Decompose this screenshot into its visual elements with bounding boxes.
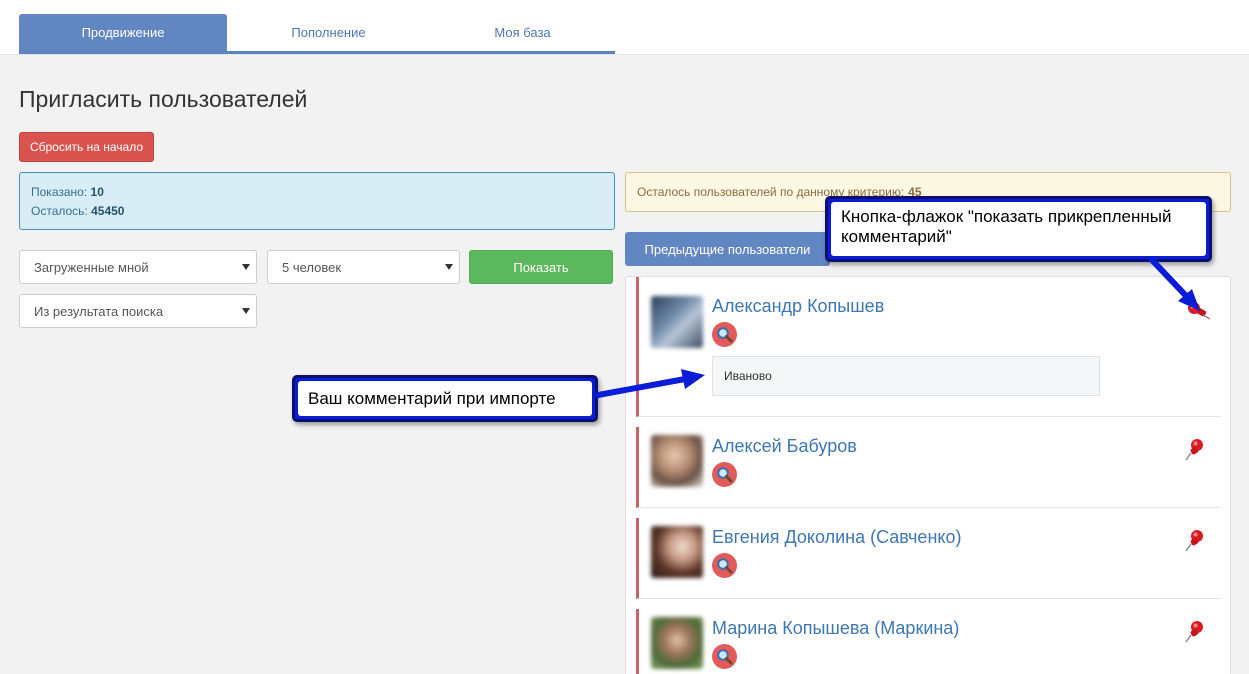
avatar[interactable] [651,617,703,669]
tab-replenish[interactable]: Пополнение [227,14,430,51]
avatar[interactable] [651,296,703,348]
pushpin-icon[interactable] [1186,299,1212,323]
user-row: Алексей Бабуров [636,427,1221,508]
comment-callout-text: Ваш комментарий при импорте [298,381,592,416]
pushpin-icon[interactable] [1184,620,1206,644]
search-icon[interactable] [712,553,737,578]
previous-users-button[interactable]: Предыдущие пользователи [625,232,830,266]
left-label: Осталось: [31,204,88,218]
pushpin-icon[interactable] [1184,529,1206,553]
scope-select-value: Из результата поиска [34,303,164,319]
tab-bar: Продвижение Пополнение Моя база [19,14,615,54]
show-button[interactable]: Показать [469,250,613,284]
tab-promotion[interactable]: Продвижение [19,14,227,51]
import-comment: Иваново [712,356,1100,396]
count-select-value: 5 человек [282,259,342,275]
comment-callout: Ваш комментарий при импорте [292,375,598,422]
source-select[interactable]: Загруженные мной [19,250,257,284]
reset-button[interactable]: Сбросить на начало [19,132,154,162]
avatar[interactable] [651,526,703,578]
shown-value: 10 [90,185,104,199]
shown-label: Показано: [31,185,88,199]
user-row: Александр Копышев Иваново [636,277,1221,417]
scope-select[interactable]: Из результата поиска [19,294,257,328]
info-panel: Показано: 10 Осталось: 45450 [19,172,615,230]
count-select[interactable]: 5 человек [267,250,460,284]
pin-callout: Кнопка-флажок "показать прикрепленный ко… [825,196,1212,262]
search-icon[interactable] [712,462,737,487]
pushpin-icon[interactable] [1184,438,1206,462]
page-title: Пригласить пользователей [19,86,308,112]
shown-line: Показано: 10 [31,183,603,202]
users-panel: Александр Копышев Иваново Алексей Бабуро… [625,276,1231,674]
user-name-link[interactable]: Евгения Доколина (Савченко) [712,527,961,548]
user-name-link[interactable]: Алексей Бабуров [712,436,857,457]
avatar[interactable] [651,435,703,487]
search-icon[interactable] [712,644,737,669]
user-name-link[interactable]: Марина Копышева (Маркина) [712,618,959,639]
caret-down-icon [242,264,250,270]
source-select-value: Загруженные мной [34,259,149,275]
caret-down-icon [445,264,453,270]
user-name-link[interactable]: Александр Копышев [712,296,884,317]
top-bar: Продвижение Пополнение Моя база [0,0,1249,55]
left-line: Осталось: 45450 [31,202,603,221]
left-value: 45450 [91,204,125,218]
user-row: Марина Копышева (Маркина) [636,609,1221,674]
caret-down-icon [242,308,250,314]
user-row: Евгения Доколина (Савченко) [636,518,1221,599]
pin-callout-text: Кнопка-флажок "показать прикрепленный ко… [831,202,1206,256]
search-icon[interactable] [712,322,737,347]
tab-my-base[interactable]: Моя база [430,14,615,51]
